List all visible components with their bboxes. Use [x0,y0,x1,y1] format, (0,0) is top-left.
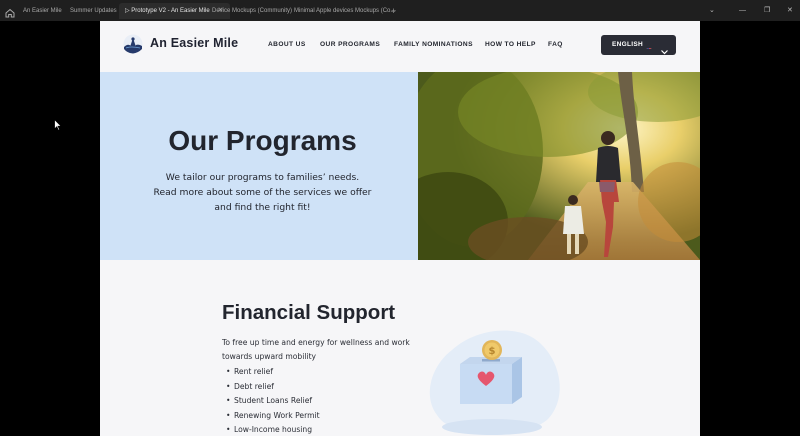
language-selector[interactable]: ENGLISH [601,35,676,55]
browser-tab-bar: An Easier Mile Summer Updates ▷ Prototyp… [0,0,800,21]
hero-description-line: and find the right fit! [214,202,311,213]
financial-description: To free up time and energy for wellness … [222,336,422,364]
hero-description-line: Read more about some of the services we … [153,187,372,198]
mouse-cursor-icon [54,116,63,131]
hero-panel [100,72,418,260]
hero-description-line: We tailor our programs to families’ need… [165,172,360,183]
nav-how-to-help[interactable]: HOW TO HELP [485,41,536,48]
financial-description-line: To free up time and energy for wellness … [222,338,410,347]
play-icon: ▷ [125,8,130,14]
chevron-down-icon [660,41,669,55]
donation-box-illustration: $ [422,315,567,436]
section-title-financial-support: Financial Support [222,301,396,324]
tab-label: Device Mockups (Community) [212,8,293,14]
list-item: Student Loans Relief [226,394,320,409]
tab-label: An Easier Mile [23,8,62,14]
maximize-icon[interactable]: ❐ [764,3,770,19]
tab-label: Summer Updates [70,8,117,14]
nav-our-programs[interactable]: OUR PROGRAMS [320,41,380,48]
hero-description: We tailor our programs to families’ need… [145,170,380,215]
list-item: Low-Income housing [226,423,320,436]
tab-device-mockups[interactable]: Device Mockups (Community) [212,3,292,19]
new-tab-button[interactable]: + [391,3,396,19]
tab-summer-updates[interactable]: Summer Updates [70,3,117,19]
tab-label: Minimal Apple devices Mockups (Co... [294,8,396,14]
logo-icon[interactable] [123,34,143,54]
restore-down-icon[interactable]: ⌄ [709,3,715,19]
site-header: An Easier Mile ABOUT US OUR PROGRAMS FAM… [100,21,700,72]
tab-minimal-apple-mockups[interactable]: Minimal Apple devices Mockups (Co... [294,3,395,19]
financial-description-line: towards upward mobility [222,352,317,361]
hero-photo [418,72,700,260]
tab-label: Prototype V2 - An Easier Mile [131,8,210,14]
list-item: Renewing Work Permit [226,409,320,424]
us-flag-icon [645,41,653,49]
list-item: Debt relief [226,380,320,395]
brand-name[interactable]: An Easier Mile [150,36,238,50]
nav-family-nominations[interactable]: FAMILY NOMINATIONS [394,41,473,48]
list-item: Rent relief [226,365,320,380]
nav-faq[interactable]: FAQ [548,41,563,48]
page-title: Our Programs [168,125,357,156]
financial-support-list: Rent relief Debt relief Student Loans Re… [226,365,320,436]
tab-an-easier-mile[interactable]: An Easier Mile [23,3,62,19]
coin-icon: $ [482,340,502,360]
website-frame: An Easier Mile ABOUT US OUR PROGRAMS FAM… [100,21,700,436]
nav-about-us[interactable]: ABOUT US [268,41,306,48]
home-icon[interactable] [4,4,16,18]
close-window-icon[interactable]: ✕ [787,3,793,19]
coin-symbol: $ [489,346,496,357]
language-label: ENGLISH [612,41,643,48]
minimize-icon[interactable]: — [739,3,746,19]
